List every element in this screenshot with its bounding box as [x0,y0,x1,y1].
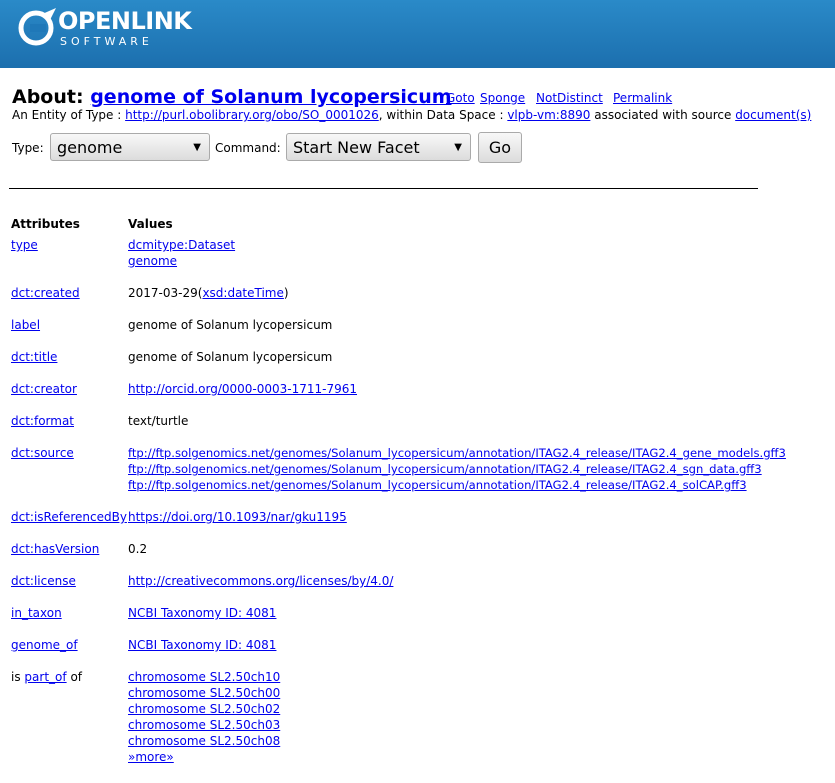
value-link[interactable]: http://creativecommons.org/licenses/by/4… [128,574,393,588]
entity-after: associated with source [594,108,732,122]
entity-type-line: An Entity of Type : http://purl.obolibra… [12,108,811,122]
command-select-value: Start New Facet [293,138,420,157]
source-documents-link[interactable]: document(s) [735,108,811,122]
values-dct-creator: http://orcid.org/0000-0003-1711-7961 [128,381,357,397]
value-link[interactable]: dcmitype:Dataset [128,238,235,252]
attr-dct-creator[interactable]: dct:creator [11,382,77,396]
attr-part-of-link[interactable]: part_of [24,670,66,684]
values-genome-of: NCBI Taxonomy ID: 4081 [128,637,276,653]
value-link[interactable]: http://orcid.org/0000-0003-1711-7961 [128,382,357,396]
openlink-swoosh-icon [18,8,56,46]
value-link[interactable]: chromosome SL2.50ch08 [128,734,280,748]
values-dct-source: ftp://ftp.solgenomics.net/genomes/Solanu… [128,445,786,493]
type-select[interactable]: genome ▼ [50,133,210,161]
inverse-suffix: of [70,670,83,684]
values-dct-title: genome of Solanum lycopersicum [128,349,332,365]
entity-title-link[interactable]: genome of Solanum lycopersicum [90,86,451,108]
command-label: Command: [215,141,281,155]
value-link[interactable]: ftp://ftp.solgenomics.net/genomes/Solanu… [128,462,762,476]
attr-in-taxon[interactable]: in_taxon [11,606,62,620]
command-select[interactable]: Start New Facet ▼ [286,133,471,161]
value-text: 0.2 [128,542,148,556]
value-link[interactable]: genome [128,254,177,268]
chevron-down-icon: ▼ [193,142,201,153]
type-label: Type: [12,141,44,155]
notdistinct-link[interactable]: NotDistinct [536,91,603,105]
attr-dct-hasversion[interactable]: dct:hasVersion [11,542,99,556]
inverse-prefix: is [11,670,21,684]
values-in-taxon: NCBI Taxonomy ID: 4081 [128,605,276,621]
values-header: Values [128,217,173,231]
value-link[interactable]: chromosome SL2.50ch03 [128,718,280,732]
value-text: genome of Solanum lycopersicum [128,350,333,364]
value-link[interactable]: NCBI Taxonomy ID: 4081 [128,606,276,620]
go-button[interactable]: Go [478,132,522,163]
attr-dct-license[interactable]: dct:license [11,574,76,588]
datatype-link[interactable]: xsd:dateTime [202,286,283,300]
divider [9,188,758,189]
value-text: genome of Solanum lycopersicum [128,318,333,332]
values-label: genome of Solanum lycopersicum [128,317,332,333]
entity-prefix: An Entity of Type : [12,108,122,122]
attr-dct-format[interactable]: dct:format [11,414,74,428]
attr-dct-source[interactable]: dct:source [11,446,74,460]
value-link[interactable]: NCBI Taxonomy ID: 4081 [128,638,276,652]
type-select-value: genome [57,138,123,157]
data-space-link[interactable]: vlpb-vm:8890 [507,108,590,122]
value-link[interactable]: ftp://ftp.solgenomics.net/genomes/Solanu… [128,478,747,492]
more-link[interactable]: »more» [128,750,174,764]
logo-wordmark: OPENLINK [58,7,192,35]
logo-subtitle: SOFTWARE [60,35,153,48]
about-prefix: About: [12,86,84,108]
values-dct-format: text/turtle [128,413,188,429]
sponge-link[interactable]: Sponge [480,91,525,105]
goto-link[interactable]: Goto [446,91,475,105]
value-link[interactable]: ftp://ftp.solgenomics.net/genomes/Solanu… [128,446,786,460]
attr-dct-created[interactable]: dct:created [11,286,80,300]
entity-type-link[interactable]: http://purl.obolibrary.org/obo/SO_000102… [125,108,379,122]
created-date: 2017-03-29 [128,286,198,300]
attr-type[interactable]: type [11,238,38,252]
values-dct-isreferencedby: https://doi.org/10.1093/nar/gku1195 [128,509,347,525]
value-link[interactable]: chromosome SL2.50ch00 [128,686,280,700]
permalink-link[interactable]: Permalink [613,91,672,105]
attr-is-part-of-of: is part_of of [11,670,82,684]
values-type: dcmitype:Dataset genome [128,237,235,269]
attr-dct-isreferencedby[interactable]: dct:isReferencedBy [11,510,127,524]
attr-dct-title[interactable]: dct:title [11,350,57,364]
values-part-of: chromosome SL2.50ch10 chromosome SL2.50c… [128,669,280,765]
value-link[interactable]: https://doi.org/10.1093/nar/gku1195 [128,510,347,524]
values-dct-license: http://creativecommons.org/licenses/by/4… [128,573,393,589]
attributes-header: Attributes [11,217,80,231]
value-link[interactable]: chromosome SL2.50ch02 [128,702,280,716]
value-link[interactable]: chromosome SL2.50ch10 [128,670,280,684]
chevron-down-icon: ▼ [454,142,462,153]
header-banner: OPENLINK SOFTWARE [0,0,835,68]
values-dct-created: 2017-03-29(xsd:dateTime) [128,285,289,301]
paren-close: ) [283,286,289,300]
openlink-logo[interactable]: OPENLINK SOFTWARE [16,6,192,62]
attr-label[interactable]: label [11,318,40,332]
attr-genome-of[interactable]: genome_of [11,638,78,652]
values-dct-hasversion: 0.2 [128,541,147,557]
page-title: About: genome of Solanum lycopersicum [12,86,452,108]
entity-middle: , within Data Space : [378,108,504,122]
value-text: text/turtle [128,414,189,428]
